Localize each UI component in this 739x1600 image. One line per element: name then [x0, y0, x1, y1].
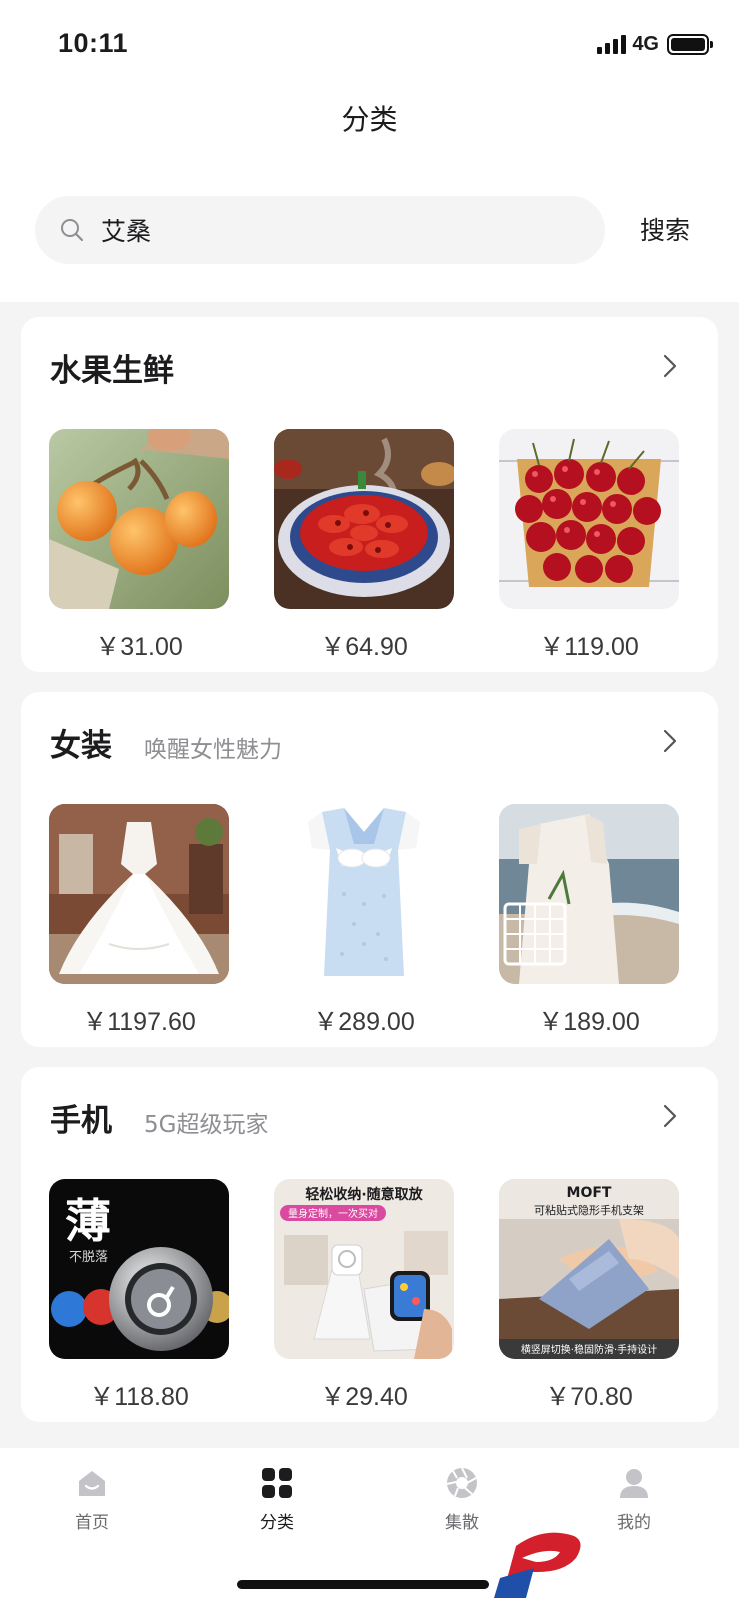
page-title: 分类 [341, 103, 398, 136]
product-price: ￥189.00 [538, 1008, 640, 1036]
product-image-ring-holder[interactable]: 薄 不脱落 [49, 1179, 229, 1359]
category-subtitle: 5G超级玩家 [144, 1112, 269, 1138]
product-item[interactable]: ￥31.00 [49, 429, 229, 663]
category-card-fruit: 水果生鲜 ￥31.00 ￥64.90 ￥119.00 [21, 317, 718, 672]
network-label: 4G [632, 32, 659, 55]
status-bar: 10:11 4G [0, 0, 739, 90]
category-card-womens-clothing: 女装 唤醒女性魅力 ￥1197.60 ￥289.00 ￥189.00 [21, 692, 718, 1047]
chevron-right-icon[interactable] [658, 1101, 682, 1131]
search-bar[interactable] [35, 196, 605, 264]
category-card-phones: 手机 5G超级玩家 薄 不脱落 ￥118.80 轻松收纳·随意取放 量身定制，一… [21, 1067, 718, 1422]
product-image-cherries[interactable] [499, 429, 679, 609]
product-item[interactable]: ￥119.00 [499, 429, 679, 663]
product-item[interactable]: ￥189.00 [499, 804, 679, 1038]
tab-profile[interactable]: 我的 [574, 1466, 694, 1533]
product-item[interactable]: 轻松收纳·随意取放 量身定制，一次买对 ￥29.40 [274, 1179, 454, 1413]
product-image-white-dress-beach[interactable] [499, 804, 679, 984]
product-item[interactable]: MOFT 可粘贴式隐形手机支架 横竖屏切换·稳固防滑·手持设计 ￥70.80 [499, 1179, 679, 1413]
chevron-right-icon[interactable] [658, 726, 682, 756]
bottom-tab-bar: 首页 分类 集散 我的 [0, 1448, 739, 1600]
battery-icon [667, 33, 713, 55]
search-icon [57, 215, 87, 245]
tab-home[interactable]: 首页 [32, 1466, 152, 1533]
profile-icon [620, 1469, 648, 1498]
search-input[interactable] [101, 210, 561, 250]
product-item[interactable]: ￥64.90 [274, 429, 454, 663]
product-overlay-caption: 可粘贴式隐形手机支架 [534, 1203, 644, 1217]
tab-distribution[interactable]: 集散 [402, 1466, 522, 1533]
product-price: ￥289.00 [313, 1008, 415, 1036]
product-price: ￥1197.60 [82, 1008, 196, 1036]
product-overlay-tag: 量身定制，一次买对 [288, 1207, 378, 1220]
product-image-blue-dress[interactable] [274, 804, 454, 984]
product-price: ￥64.90 [320, 633, 408, 661]
tab-label: 首页 [75, 1513, 109, 1533]
product-price: ￥31.00 [95, 633, 183, 661]
product-price: ￥118.80 [89, 1383, 189, 1411]
product-overlay-footer: 横竖屏切换·稳固防滑·手持设计 [521, 1343, 657, 1356]
product-image-moft-stand[interactable]: MOFT 可粘贴式隐形手机支架 横竖屏切换·稳固防滑·手持设计 [499, 1179, 679, 1359]
tab-label: 我的 [617, 1513, 651, 1533]
product-image-wedding-dress[interactable] [49, 804, 229, 984]
product-overlay-banner: 轻松收纳·随意取放 [305, 1186, 423, 1203]
category-title: 手机 [50, 1103, 112, 1139]
aperture-icon [446, 1467, 477, 1498]
search-button[interactable]: 搜索 [620, 210, 710, 252]
product-price: ￥29.40 [320, 1383, 408, 1411]
home-icon [79, 1471, 105, 1496]
product-image-loquat[interactable] [49, 429, 229, 609]
product-item[interactable]: ￥289.00 [274, 804, 454, 1038]
product-image-watch-stand[interactable]: 轻松收纳·随意取放 量身定制，一次买对 [274, 1179, 454, 1359]
category-title: 女装 [50, 728, 112, 764]
tab-category[interactable]: 分类 [217, 1466, 337, 1533]
home-indicator [237, 1580, 489, 1589]
tab-label: 分类 [260, 1513, 294, 1533]
status-time: 10:11 [58, 28, 129, 58]
product-overlay-brand: MOFT [567, 1185, 612, 1201]
product-price: ￥70.80 [545, 1383, 633, 1411]
product-overlay-small: 不脱落 [69, 1250, 108, 1265]
category-subtitle: 唤醒女性魅力 [144, 737, 282, 763]
signal-icon [597, 34, 627, 54]
product-image-crayfish[interactable] [274, 429, 454, 609]
product-item[interactable]: ￥1197.60 [49, 804, 229, 1038]
status-indicators: 4G [597, 32, 713, 56]
category-grid-icon [262, 1468, 292, 1498]
product-item[interactable]: 薄 不脱落 ￥118.80 [49, 1179, 229, 1413]
product-price: ￥119.00 [539, 633, 639, 661]
category-title: 水果生鲜 [50, 353, 174, 389]
product-overlay-big: 薄 [65, 1194, 111, 1248]
watermark-logo-icon [494, 1532, 581, 1598]
chevron-right-icon[interactable] [658, 351, 682, 381]
